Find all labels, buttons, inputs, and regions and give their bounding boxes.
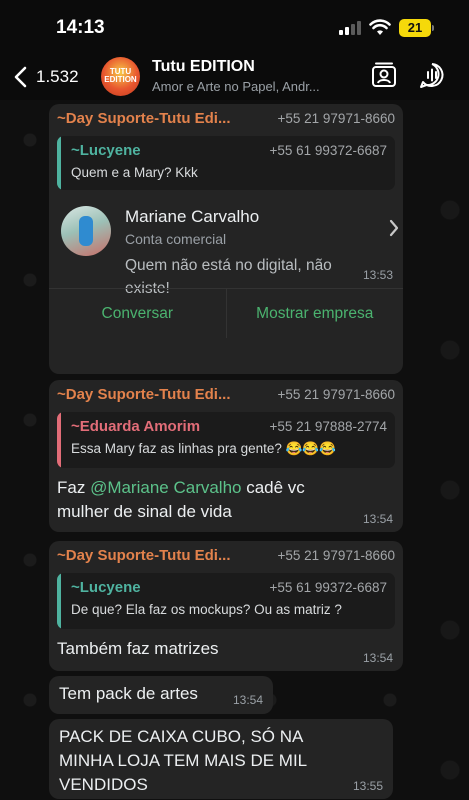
contact-avatar [61,206,111,256]
show-business-button[interactable]: Mostrar empresa [225,289,404,338]
quote-bar [57,136,61,190]
quoted-message[interactable]: ~Lucyene +55 61 99372-6687 De que? Ela f… [57,573,395,629]
message-text-part: Faz [57,478,91,497]
chat-with-contact-button[interactable]: Conversar [49,289,226,338]
message-text: PACK DE CAIXA CUBO, SÓ NA MINHA LOJA TEM… [59,727,307,794]
quote-author: ~Lucyene [71,142,141,159]
contact-card[interactable]: Mariane Carvalho Conta comercial Quem nã… [49,198,403,338]
sender-phone: +55 21 97971-8660 [277,387,396,402]
quote-phone: +55 21 97888-2774 [269,419,388,434]
group-avatar-logo-text: TUTU EDITION [104,67,137,84]
group-avatar[interactable]: TUTU EDITION [101,57,140,96]
sender-name[interactable]: ~Day Suporte-Tutu Edi... [57,110,230,127]
message-bubble[interactable]: ~Day Suporte-Tutu Edi... +55 21 97971-86… [49,104,403,374]
mention-link[interactable]: @Mariane Carvalho [90,478,241,497]
message-text: Também faz matrizes [57,639,219,658]
back-button[interactable]: 1.532 [10,62,90,92]
quote-bar [57,412,61,468]
sender-name[interactable]: ~Day Suporte-Tutu Edi... [57,547,230,564]
quote-text: De que? Ela faz os mockups? Ou as matriz… [71,602,342,617]
group-members-subtitle[interactable]: Amor e Arte no Papel, Andr... [152,79,342,94]
community-icon[interactable] [370,61,398,89]
message-time: 13:55 [352,779,383,793]
status-time: 14:13 [56,17,105,38]
message-bubble[interactable]: Tem pack de artes 13:54 [49,676,273,714]
sender-phone: +55 21 97971-8660 [277,548,396,563]
cellular-signal-icon [339,21,363,35]
unread-count: 1.532 [36,67,79,86]
message-time: 13:53 [362,268,393,282]
message-time: 13:54 [232,693,263,707]
message-bubble[interactable]: ~Day Suporte-Tutu Edi... +55 21 97971-86… [49,541,403,671]
contact-card-actions: Conversar Mostrar empresa [49,288,403,338]
quote-bar [57,573,61,629]
message-bubble[interactable]: PACK DE CAIXA CUBO, SÓ NA MINHA LOJA TEM… [49,719,393,799]
message-time: 13:54 [362,651,393,665]
quoted-message[interactable]: ~Eduarda Amorim +55 21 97888-2774 Essa M… [57,412,395,468]
chevron-right-icon[interactable] [387,218,401,238]
audio-chat-icon[interactable] [418,61,446,89]
battery-tip [432,25,434,31]
group-title[interactable]: Tutu EDITION [152,58,255,76]
battery-icon: 21 [399,19,431,37]
chat-header: 1.532 TUTU EDITION Tutu EDITION Amor e A… [0,56,469,100]
quote-phone: +55 61 99372-6687 [269,143,388,158]
quote-phone: +55 61 99372-6687 [269,580,388,595]
chat-background[interactable]: ~Day Suporte-Tutu Edi... +55 21 97971-86… [0,100,469,800]
chevron-left-icon [14,66,27,88]
quote-author: ~Eduarda Amorim [71,418,201,435]
message-bubble[interactable]: ~Day Suporte-Tutu Edi... +55 21 97971-86… [49,380,403,532]
sender-phone: +55 21 97971-8660 [277,111,396,126]
message-text: Faz @Mariane Carvalho cadê vc mulher de … [57,476,357,524]
quote-text: Quem e a Mary? Kkk [71,165,198,180]
contact-type: Conta comercial [125,231,227,247]
quote-text: Essa Mary faz as linhas pra gente? 😂😂😂 [71,441,337,456]
quote-author: ~Lucyene [71,579,141,596]
sender-name[interactable]: ~Day Suporte-Tutu Edi... [57,386,230,403]
wifi-icon [369,19,391,35]
contact-name: Mariane Carvalho [125,207,260,226]
status-bar: 14:13 21 [0,0,469,56]
message-time: 13:54 [362,512,393,526]
quoted-message[interactable]: ~Lucyene +55 61 99372-6687 Quem e a Mary… [57,136,395,190]
